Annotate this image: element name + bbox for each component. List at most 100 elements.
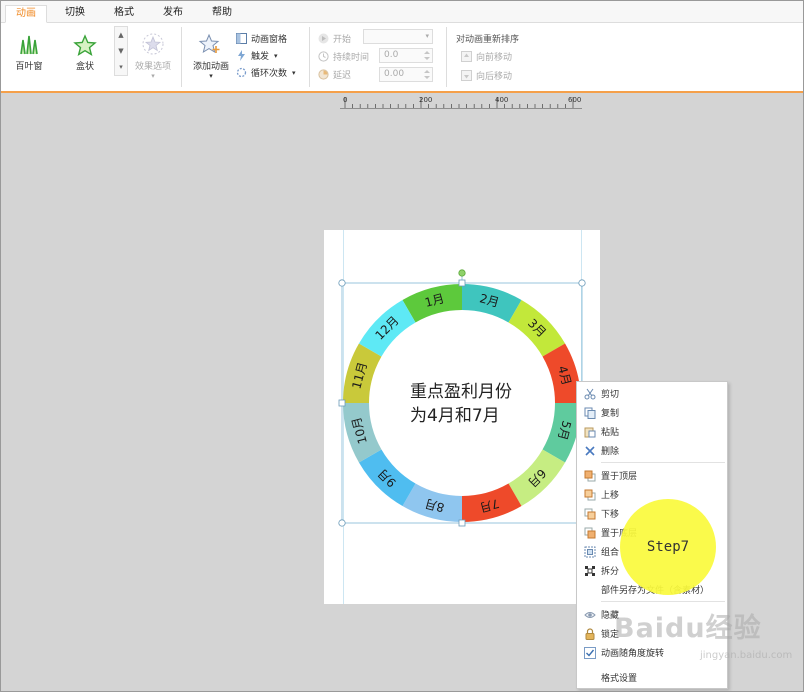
- menu-label: 组合: [601, 548, 620, 558]
- add-animation-button[interactable]: 添加动画 ▾: [191, 32, 231, 80]
- loop-count-button[interactable]: 循环次数 ▾: [236, 66, 296, 79]
- effect-blinds-button[interactable]: 百叶窗: [11, 34, 47, 72]
- tab-format[interactable]: 格式: [104, 5, 144, 23]
- effect-box-button[interactable]: 盒状: [67, 34, 103, 72]
- loop-count-label: 循环次数: [251, 69, 288, 79]
- menu-label: 动画随角度旋转: [601, 649, 665, 659]
- effect-gallery-scroll[interactable]: ▲ ▼ ▾: [114, 26, 128, 76]
- clock-icon: [318, 51, 329, 62]
- menu-label: 上移: [601, 491, 620, 501]
- lock-icon: [585, 627, 595, 640]
- delete-x-icon: [585, 445, 595, 456]
- blinds-icon: [20, 35, 38, 55]
- start-row: 开始: [318, 32, 351, 45]
- resize-handle[interactable]: [458, 519, 466, 527]
- lightning-icon: [238, 50, 245, 61]
- duration-label: 持续时间: [333, 53, 370, 63]
- center-text-line1: 重点盈利月份: [410, 382, 512, 402]
- star-icon: [73, 34, 97, 56]
- copy-icon: [584, 407, 596, 419]
- ruler-label: 600: [568, 96, 581, 104]
- effect-options-button[interactable]: 效果选项 ▾: [133, 32, 173, 80]
- menu-item-paste[interactable]: 粘贴: [577, 422, 727, 441]
- menu-label: 删除: [601, 447, 620, 457]
- play-icon: [318, 33, 329, 44]
- menu-item-format-settings[interactable]: 格式设置: [577, 668, 727, 687]
- watermark-logo: Baidu经验: [614, 613, 762, 644]
- trigger-label: 触发: [251, 52, 270, 62]
- resize-handle[interactable]: [338, 399, 346, 407]
- duration-input[interactable]: 0.0: [379, 48, 433, 63]
- ribbon-tab-bar: 动画 切换 格式 发布 帮助: [1, 1, 803, 23]
- ribbon: 百叶窗 盒状 ▲ ▼ ▾ 效果选项 ▾ 添加动画 ▾ 动画窗格 触发 ▾ 循环次…: [1, 23, 803, 93]
- menu-label: 下移: [601, 510, 620, 520]
- group-icon: [584, 546, 596, 557]
- move-later-label: 向后移动: [476, 72, 513, 82]
- resize-handle[interactable]: [458, 279, 466, 287]
- menu-item-cut[interactable]: 剪切: [577, 384, 727, 403]
- animation-pane-label: 动画窗格: [251, 35, 288, 45]
- ruler-label: 200: [419, 96, 432, 104]
- spinner-icon[interactable]: [423, 69, 431, 80]
- pane-icon: [236, 33, 247, 44]
- arrow-up-icon: [461, 51, 472, 62]
- tab-animation[interactable]: 动画: [5, 5, 47, 23]
- ungroup-icon: [585, 565, 595, 576]
- reorder-title: 对动画重新排序: [456, 35, 520, 45]
- tab-help[interactable]: 帮助: [202, 5, 242, 23]
- ruler-label: 0: [343, 96, 347, 104]
- dropdown-arrow-icon: ▾: [151, 72, 155, 80]
- menu-item-bring-to-front[interactable]: 置于顶层: [577, 466, 727, 485]
- ruler-label: 400: [495, 96, 508, 104]
- delay-row: 延迟: [318, 68, 351, 81]
- menu-label: 复制: [601, 409, 620, 419]
- chevron-down-icon[interactable]: ▼: [115, 43, 127, 59]
- delay-label: 延迟: [333, 71, 352, 81]
- move-later-button[interactable]: 向后移动: [461, 69, 512, 82]
- resize-handle[interactable]: [578, 279, 586, 287]
- duration-row: 持续时间: [318, 50, 369, 63]
- start-select[interactable]: ▾: [363, 29, 433, 44]
- gallery-expand-icon[interactable]: ▾: [115, 59, 127, 75]
- effect-box-label: 盒状: [75, 62, 94, 72]
- menu-item-delete[interactable]: 删除: [577, 441, 727, 460]
- resize-handle[interactable]: [338, 519, 346, 527]
- center-text-line2: 为4月和7月: [410, 406, 500, 426]
- menu-item-copy[interactable]: 复制: [577, 403, 727, 422]
- add-animation-icon: [198, 33, 220, 54]
- tab-publish[interactable]: 发布: [153, 5, 193, 23]
- tab-transition[interactable]: 切换: [55, 5, 95, 23]
- eye-icon: [584, 611, 596, 618]
- trigger-button[interactable]: 触发 ▾: [236, 49, 278, 62]
- send-to-back-icon: [584, 527, 596, 538]
- delay-icon: [318, 69, 329, 80]
- effect-options-label: 效果选项: [134, 62, 171, 72]
- menu-label: 置于顶层: [601, 472, 638, 482]
- checkbox-checked-icon[interactable]: [584, 646, 596, 659]
- spinner-icon[interactable]: [423, 50, 431, 61]
- start-label: 开始: [333, 35, 352, 45]
- duration-value: 0.0: [384, 50, 399, 60]
- rotate-handle[interactable]: [458, 269, 466, 277]
- menu-label: 粘贴: [601, 428, 620, 438]
- center-text[interactable]: 重点盈利月份 为4月和7月: [410, 380, 550, 428]
- scissors-icon: [584, 388, 596, 399]
- delay-input[interactable]: 0.00: [379, 67, 433, 82]
- effect-options-icon: [142, 33, 164, 55]
- add-animation-label: 添加动画: [192, 62, 229, 72]
- dropdown-arrow-icon: ▾: [209, 72, 213, 80]
- effect-blinds-label: 百叶窗: [15, 62, 43, 72]
- move-earlier-label: 向前移动: [476, 53, 513, 63]
- animation-pane-button[interactable]: 动画窗格: [236, 32, 287, 45]
- dropdown-arrow-icon: ▾: [292, 68, 296, 77]
- menu-label: 格式设置: [601, 674, 638, 684]
- dropdown-arrow-icon: ▾: [274, 51, 278, 60]
- move-earlier-button[interactable]: 向前移动: [461, 50, 512, 63]
- resize-handle[interactable]: [338, 279, 346, 287]
- move-up-icon: [584, 489, 596, 500]
- arrow-down-icon: [461, 70, 472, 81]
- menu-label: 拆分: [601, 567, 620, 577]
- chevron-up-icon[interactable]: ▲: [115, 27, 127, 43]
- dropdown-arrow-icon: ▾: [425, 32, 429, 40]
- delay-value: 0.00: [384, 69, 405, 79]
